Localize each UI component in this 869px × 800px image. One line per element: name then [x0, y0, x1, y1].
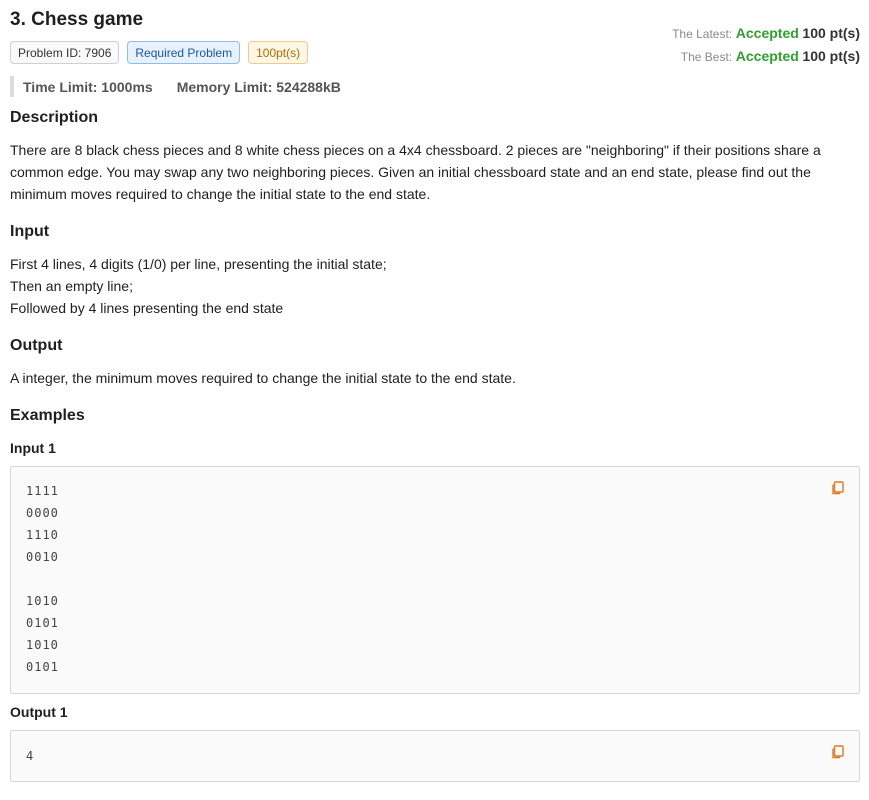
copy-icon[interactable]: [831, 745, 845, 759]
example-output-code: 4: [26, 745, 34, 767]
output-text: A integer, the minimum moves required to…: [10, 367, 862, 389]
input-line: Followed by 4 lines presenting the end s…: [10, 300, 284, 316]
input-line: Then an empty line;: [10, 278, 133, 294]
description-line: There are 8 black chess pieces and 8 whi…: [10, 142, 821, 158]
code-line: 0000: [26, 506, 59, 520]
examples-heading: Examples: [10, 407, 85, 424]
code-line: 1110: [26, 528, 59, 542]
code-line: 1111: [26, 484, 59, 498]
code-line: 1010: [26, 594, 59, 608]
memory-limit: Memory Limit: 524288kB: [176, 78, 341, 95]
latest-score-points: 100 pt(s): [802, 25, 860, 41]
description-line: minimum moves required to change the ini…: [10, 186, 431, 202]
description-heading: Description: [10, 109, 99, 126]
latest-score-label: The Latest:: [672, 27, 733, 41]
description-line: common edge. You may swap any two neighb…: [10, 164, 811, 180]
code-line: 0101: [26, 616, 59, 630]
example-input-code: 1111 0000 1110 0010 1010 0101 1010 0101: [26, 480, 59, 678]
input-heading: Input: [10, 223, 50, 240]
time-limit: Time Limit: 1000ms: [23, 78, 153, 95]
example-input-box: 1111 0000 1110 0010 1010 0101 1010 0101: [10, 466, 860, 694]
description-text: There are 8 black chess pieces and 8 whi…: [10, 139, 862, 205]
output-heading: Output: [10, 337, 63, 354]
best-score-status: Accepted: [735, 48, 799, 64]
latest-score: The Latest: Accepted 100 pt(s): [672, 22, 860, 45]
best-score: The Best: Accepted 100 pt(s): [672, 45, 860, 68]
copy-icon[interactable]: [831, 481, 845, 495]
problem-id-tag: Problem ID: 7906: [10, 41, 120, 64]
code-line: 4: [26, 749, 35, 763]
example-output-label: Output 1: [10, 704, 68, 720]
code-line: 1010: [26, 638, 59, 652]
input-line: First 4 lines, 4 digits (1/0) per line, …: [10, 256, 387, 272]
output-line: A integer, the minimum moves required to…: [10, 370, 516, 386]
code-line: 0010: [26, 550, 59, 564]
problem-tags: Problem ID: 7906 Required Problem 100pt(…: [10, 41, 309, 64]
problem-header: 3. Chess game Problem ID: 7906 Required …: [10, 9, 860, 65]
limits-bar: Time Limit: 1000ms Memory Limit: 524288k…: [10, 76, 341, 97]
points-tag: 100pt(s): [248, 41, 309, 64]
best-score-label: The Best:: [680, 50, 733, 64]
score-summary: The Latest: Accepted 100 pt(s) The Best:…: [672, 22, 860, 68]
problem-title: 3. Chess game: [10, 9, 144, 30]
input-text: First 4 lines, 4 digits (1/0) per line, …: [10, 253, 862, 319]
required-problem-tag: Required Problem: [127, 41, 241, 64]
latest-score-status: Accepted: [735, 25, 799, 41]
example-input-label: Input 1: [10, 440, 56, 456]
code-line: 0101: [26, 660, 59, 674]
best-score-points: 100 pt(s): [802, 48, 860, 64]
example-output-box: 4: [10, 730, 860, 782]
